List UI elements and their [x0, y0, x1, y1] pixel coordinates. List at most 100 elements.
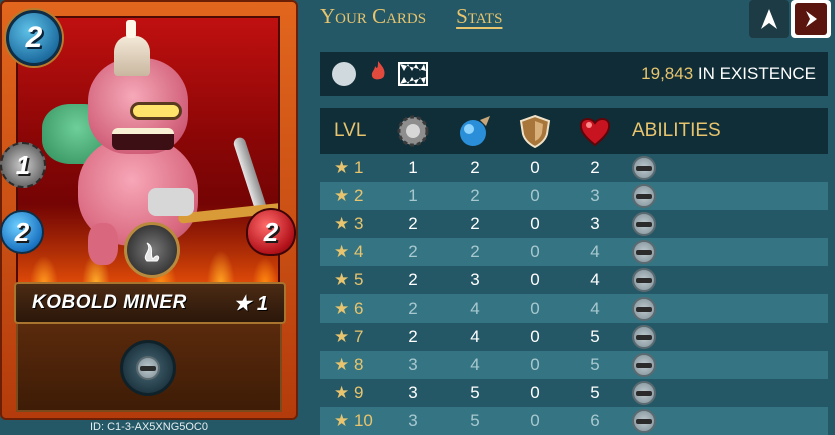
next-chevron-icon — [795, 3, 827, 35]
row-armor: 0 — [530, 354, 540, 374]
row-level: ★ 7 — [334, 326, 364, 346]
sneak-icon[interactable] — [632, 296, 656, 321]
row-attack: 2 — [408, 214, 418, 234]
row-speed: 3 — [470, 270, 480, 290]
fire-icon — [368, 60, 388, 88]
pickaxe-head — [232, 136, 268, 214]
row-level: ★ 4 — [334, 242, 364, 262]
sneak-icon[interactable] — [632, 324, 656, 349]
character-candle — [126, 20, 136, 38]
row-speed: 4 — [470, 298, 480, 318]
row-armor: 0 — [530, 382, 540, 402]
table-row: ★ 4 2 2 0 4 — [320, 238, 828, 267]
table-header-row: LVL ABILITIES — [320, 108, 828, 154]
monster-teeth-icon — [398, 62, 428, 86]
card-id: ID: C1-3-AX5XNG5OC0 — [90, 421, 208, 433]
sneak-icon[interactable] — [632, 380, 656, 405]
row-level: ★ 8 — [334, 354, 364, 374]
sneak-icon[interactable] — [632, 212, 656, 237]
existence-number: 19,843 — [641, 64, 694, 83]
row-health: 3 — [590, 186, 600, 206]
table-body: ★ 1 1 2 0 2 ★ 2 1 2 0 3 ★ 3 2 2 0 3 ★ 4 2 2 0 4 ★ 5 2 3 0 4 ★ 6 2 4… — [320, 154, 828, 435]
attack-stat-badge: 1 — [0, 142, 46, 188]
row-health: 4 — [590, 298, 600, 318]
row-speed: 2 — [470, 158, 480, 178]
level-stats-table: LVL ABILITIES ★ 1 1 2 0 2 ★ 2 1 2 0 3 ★ … — [320, 108, 828, 435]
row-speed: 2 — [470, 186, 480, 206]
row-armor: 0 — [530, 410, 540, 430]
row-armor: 0 — [530, 158, 540, 178]
row-armor: 0 — [530, 298, 540, 318]
row-attack: 3 — [408, 410, 418, 430]
info-bar: 19,843 IN EXISTENCE — [320, 52, 828, 96]
sneak-icon[interactable] — [632, 352, 656, 377]
row-armor: 0 — [530, 270, 540, 290]
table-row: ★ 1 1 2 0 2 — [320, 154, 828, 183]
row-speed: 2 — [470, 214, 480, 234]
speed-icon — [460, 116, 490, 146]
neutral-element-icon — [124, 222, 180, 278]
table-row: ★ 2 1 2 0 3 — [320, 182, 828, 211]
row-health: 5 — [590, 382, 600, 402]
row-level: ★ 3 — [334, 214, 364, 234]
row-level: ★ 2 — [334, 186, 364, 206]
health-stat-badge: 2 — [246, 208, 296, 256]
existence-count: 19,843 IN EXISTENCE — [641, 64, 816, 84]
character-leg — [88, 223, 118, 265]
row-speed: 4 — [470, 326, 480, 346]
row-speed: 2 — [470, 242, 480, 262]
neutral-circle-icon — [332, 62, 356, 86]
table-row: ★ 5 2 3 0 4 — [320, 266, 828, 295]
mana-cost-value: 2 — [25, 21, 43, 54]
row-armor: 0 — [530, 326, 540, 346]
row-level: ★ 9 — [334, 382, 364, 402]
arrow-up-button[interactable] — [749, 0, 789, 38]
tab-stats[interactable]: Stats — [456, 4, 502, 29]
row-attack: 2 — [408, 326, 418, 346]
table-row: ★ 6 2 4 0 4 — [320, 294, 828, 323]
character-goggles — [130, 102, 182, 120]
row-health: 3 — [590, 214, 600, 234]
tab-your-cards[interactable]: Your Cards — [320, 4, 426, 29]
card-image: 2 1 2 2 KOBOLD MINER ★ 1 ID: C1-3-AX5XNG… — [0, 0, 300, 435]
row-health: 6 — [590, 410, 600, 430]
row-attack: 2 — [408, 242, 418, 262]
attack-icon — [397, 115, 429, 147]
table-row: ★ 10 3 5 0 6 — [320, 406, 828, 435]
table-row: ★ 9 3 5 0 5 — [320, 378, 828, 407]
row-attack: 3 — [408, 382, 418, 402]
table-row: ★ 8 3 4 0 5 — [320, 350, 828, 379]
row-health: 5 — [590, 326, 600, 346]
mana-cost-badge: 2 — [6, 10, 62, 66]
row-level: ★ 6 — [334, 298, 364, 318]
row-attack: 2 — [408, 298, 418, 318]
row-armor: 0 — [530, 214, 540, 234]
sneak-icon[interactable] — [632, 240, 656, 265]
card-name-banner: KOBOLD MINER ★ 1 — [14, 282, 286, 324]
arrow-up-icon — [761, 9, 777, 29]
row-attack: 1 — [408, 186, 418, 206]
character-mouth — [112, 128, 174, 150]
table-row: ★ 7 2 4 0 5 — [320, 322, 828, 351]
tab-bar: Your Cards Stats — [320, 4, 502, 29]
next-button[interactable] — [791, 0, 831, 38]
row-attack: 2 — [408, 270, 418, 290]
armor-icon — [519, 114, 551, 148]
card-name: KOBOLD MINER — [32, 292, 187, 313]
health-icon — [579, 118, 611, 147]
sneak-icon[interactable] — [632, 156, 656, 181]
row-armor: 0 — [530, 242, 540, 262]
speed-stat-value: 2 — [14, 216, 30, 247]
level-column-header: LVL — [334, 120, 367, 141]
row-health: 4 — [590, 270, 600, 290]
attack-stat-value: 1 — [15, 149, 31, 180]
row-speed: 5 — [470, 382, 480, 402]
smoke-icon — [144, 242, 160, 262]
abilities-column-header: ABILITIES — [632, 120, 721, 141]
row-health: 2 — [590, 158, 600, 178]
sneak-icon[interactable] — [632, 408, 656, 433]
sneak-icon[interactable] — [632, 184, 656, 209]
row-attack: 3 — [408, 354, 418, 374]
sneak-icon[interactable] — [632, 268, 656, 293]
health-stat-value: 2 — [263, 216, 279, 247]
